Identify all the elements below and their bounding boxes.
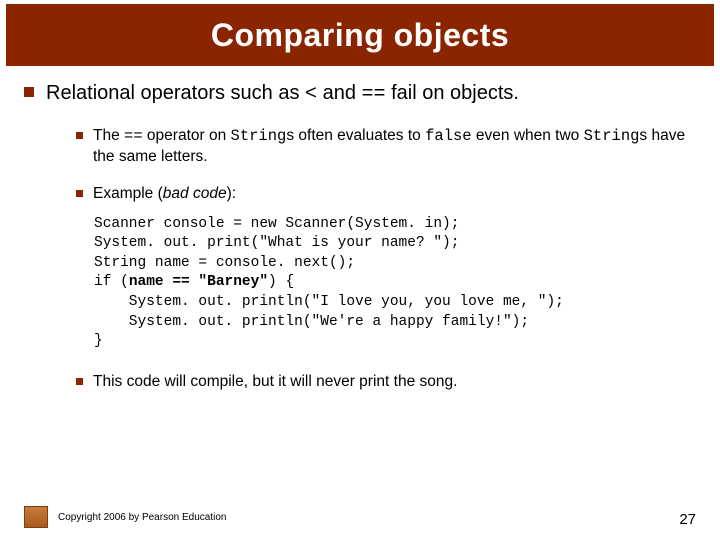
text-fragment: Example ( [93, 185, 163, 202]
slide-title: Comparing objects [211, 17, 509, 54]
sub2-text: Example (bad code): [93, 184, 236, 205]
text-fragment: The [93, 127, 124, 144]
code-line: if ( [94, 274, 129, 290]
main-point-text: Relational operators such as < and == fa… [46, 80, 519, 108]
text-fragment: fail on objects. [386, 82, 519, 104]
slide-content: Relational operators such as < and == fa… [0, 66, 720, 393]
sub-bullets: This code will compile, but it will neve… [24, 372, 696, 393]
sub1-text: The == operator on Strings often evaluat… [93, 126, 696, 168]
copyright-text: Copyright 2006 by Pearson Education [58, 512, 226, 523]
bullet-level2: This code will compile, but it will neve… [76, 372, 696, 393]
text-fragment: Relational operators such as [46, 82, 305, 104]
text-fragment: operator on [143, 127, 231, 144]
book-stack-icon [24, 506, 48, 528]
page-number: 27 [679, 511, 696, 528]
bullet-level1: Relational operators such as < and == fa… [24, 80, 696, 108]
text-fragment: and [317, 82, 361, 104]
square-bullet-icon [76, 132, 83, 139]
footer: Copyright 2006 by Pearson Education 27 [24, 506, 696, 528]
text-fragment: s often evaluates to [286, 127, 425, 144]
code-line: System. out. println("We're a happy fami… [94, 314, 529, 330]
footer-left: Copyright 2006 by Pearson Education [24, 506, 226, 528]
bullet-level2: The == operator on Strings often evaluat… [76, 126, 696, 168]
square-bullet-icon [24, 87, 34, 97]
code-line: } [94, 333, 103, 349]
code-line: System. out. print("What is your name? "… [94, 235, 459, 251]
code-inline: == [124, 127, 143, 145]
code-inline: < [305, 83, 317, 106]
code-block: Scanner console = new Scanner(System. in… [24, 215, 696, 352]
square-bullet-icon [76, 378, 83, 385]
code-line: System. out. println("I love you, you lo… [94, 294, 564, 310]
code-inline: String [231, 127, 287, 145]
code-line: ) { [268, 274, 294, 290]
sub3-text: This code will compile, but it will neve… [93, 372, 457, 393]
code-bold: name == "Barney" [129, 274, 268, 290]
bullet-level2: Example (bad code): [76, 184, 696, 205]
code-inline: false [425, 127, 472, 145]
code-inline: == [362, 83, 386, 106]
code-line: Scanner console = new Scanner(System. in… [94, 216, 459, 232]
sub-bullets: The == operator on Strings often evaluat… [24, 126, 696, 205]
text-fragment: ): [227, 185, 236, 202]
italic-fragment: bad code [163, 185, 227, 202]
slide: Comparing objects Relational operators s… [0, 4, 720, 544]
code-line: String name = console. next(); [94, 255, 355, 271]
code-inline: String [584, 127, 640, 145]
title-bar: Comparing objects [6, 4, 714, 66]
text-fragment: even when two [472, 127, 584, 144]
square-bullet-icon [76, 190, 83, 197]
